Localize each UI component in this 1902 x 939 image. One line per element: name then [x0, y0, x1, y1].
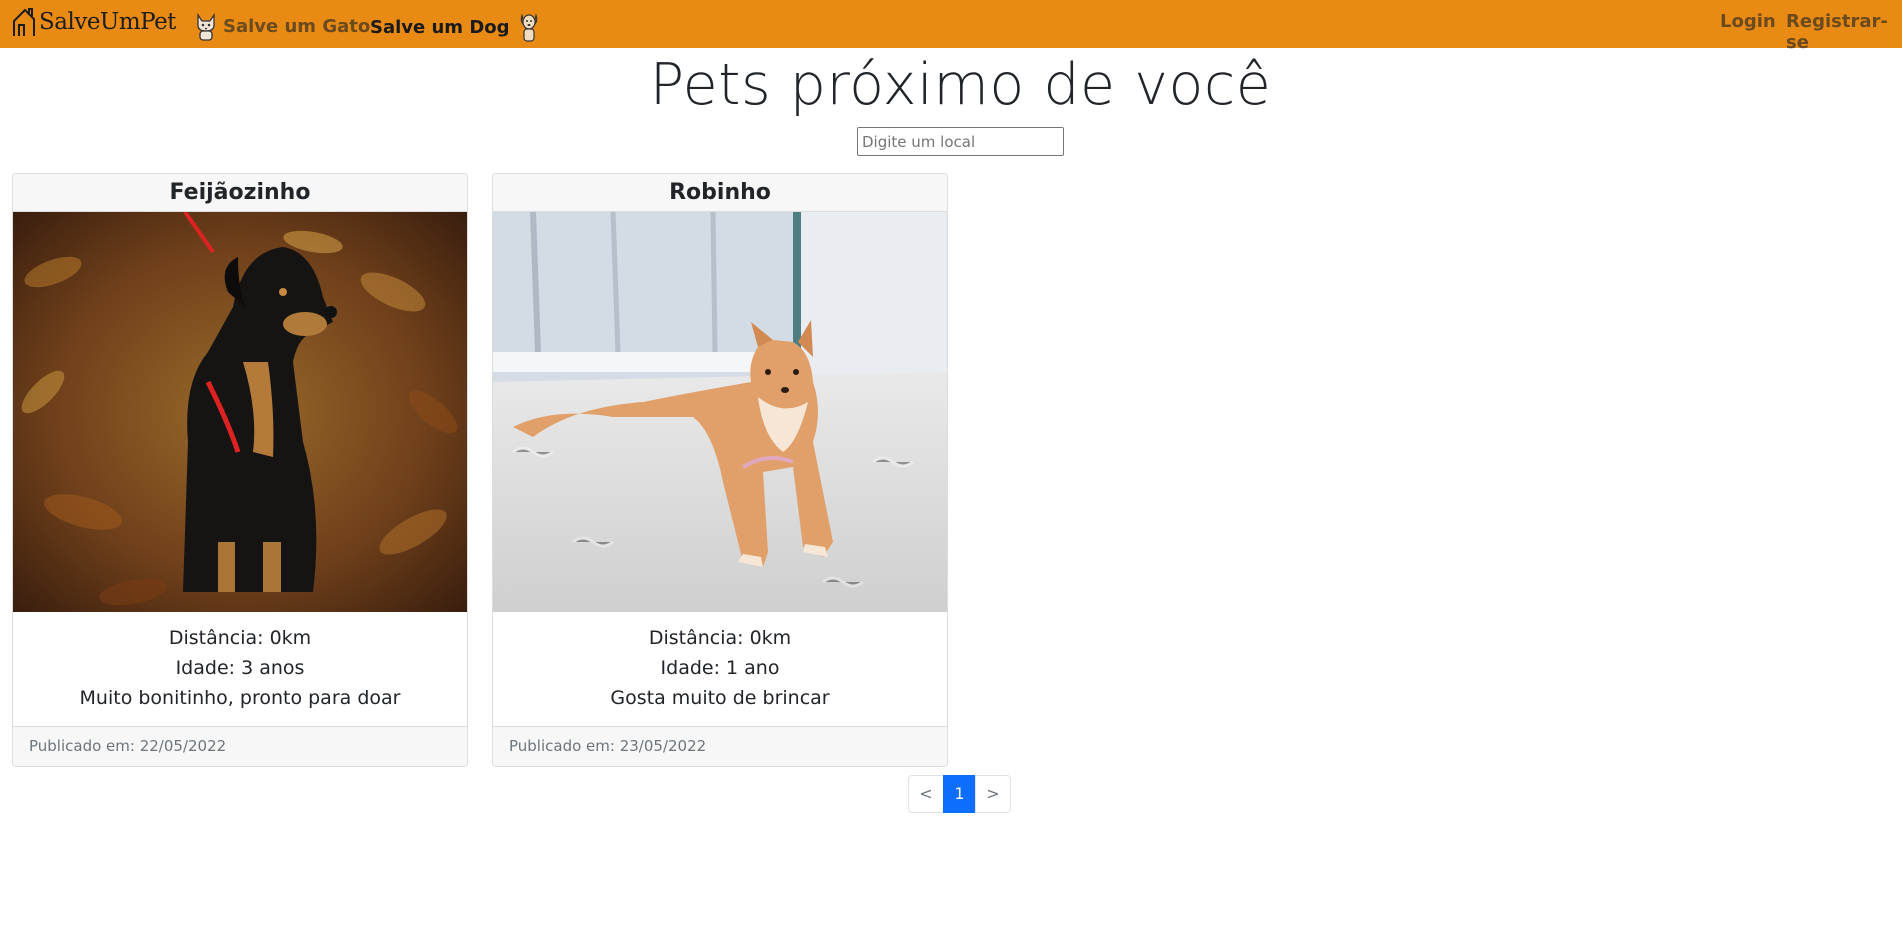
next-page-button[interactable]: > — [975, 775, 1011, 813]
pet-card[interactable]: Robinho Distância: 0km Idade: 1 ano Gost… — [492, 173, 948, 767]
nav-save-dog-label: Salve um Dog — [370, 16, 510, 38]
page-title: Pets próximo de você — [649, 52, 1272, 118]
nav-save-cat[interactable]: Salve um Gato — [195, 11, 370, 41]
pet-published-date: Publicado em: 22/05/2022 — [13, 726, 467, 766]
pet-photo — [13, 212, 467, 612]
pet-name: Robinho — [493, 174, 947, 212]
register-link[interactable]: Registrar-se — [1786, 11, 1902, 53]
pet-age: Idade: 3 anos — [175, 657, 305, 679]
dog-icon — [520, 13, 537, 42]
location-search-input[interactable] — [857, 127, 1064, 156]
pet-distance: Distância: 0km — [168, 627, 312, 649]
prev-page-button[interactable]: < — [908, 775, 944, 813]
pet-description: Muito bonitinho, pronto para doar — [79, 687, 401, 709]
cat-icon — [197, 12, 215, 41]
top-navbar: SalveUmPet Salve um Gato Salve um Dog Lo… — [0, 0, 1902, 53]
pet-info: Distância: 0km Idade: 3 anos Muito bonit… — [13, 612, 467, 728]
pet-published-date: Publicado em: 23/05/2022 — [493, 726, 947, 766]
nav-save-cat-label: Salve um Gato — [223, 15, 371, 37]
pet-distance: Distância: 0km — [648, 627, 792, 649]
page-1-button[interactable]: 1 — [943, 775, 976, 813]
pet-age: Idade: 1 ano — [660, 657, 780, 679]
pet-description: Gosta muito de brincar — [610, 687, 830, 709]
login-link[interactable]: Login — [1720, 11, 1776, 32]
house-icon — [13, 8, 35, 36]
brand-text: SalveUmPet — [39, 9, 176, 35]
pet-name: Feijãozinho — [13, 174, 467, 212]
brand-logo[interactable]: SalveUmPet — [12, 7, 176, 37]
pet-info: Distância: 0km Idade: 1 ano Gosta muito … — [493, 612, 947, 728]
pet-photo — [493, 212, 947, 612]
pet-card[interactable]: Feijãozinho Distância: 0km Idade: 3 anos… — [12, 173, 468, 767]
nav-save-dog[interactable]: Salve um Dog — [370, 11, 540, 43]
pagination: < 1 > — [908, 775, 1011, 813]
